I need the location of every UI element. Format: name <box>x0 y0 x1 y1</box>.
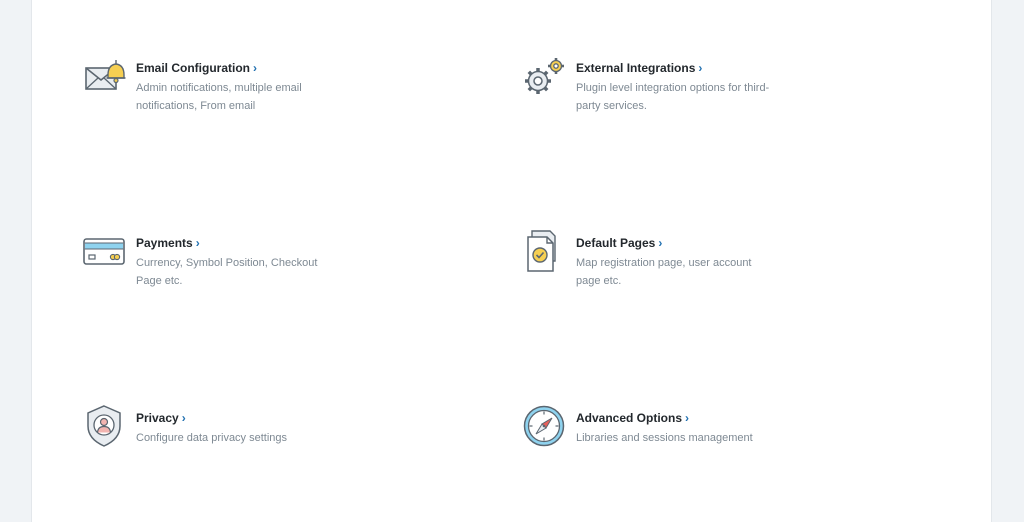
payments-card[interactable]: Payments › Currency, Symbol Position, Che… <box>80 229 317 290</box>
email-configuration-card[interactable]: Email Configuration › Admin notifications… <box>80 54 302 115</box>
email-bell-icon <box>85 60 126 90</box>
privacy-shield-icon <box>87 405 121 447</box>
chevron-right-icon: › <box>698 61 703 75</box>
card-description: Map registration page, user account page… <box>576 257 752 287</box>
card-description: Plugin level integration options for thi… <box>576 82 770 112</box>
documents-check-icon <box>527 230 556 272</box>
chevron-right-icon: › <box>181 411 186 425</box>
card-description: Configure data privacy settings <box>136 432 288 444</box>
chevron-right-icon: › <box>685 411 690 425</box>
chevron-right-icon: › <box>253 61 257 75</box>
card-description: Currency, Symbol Position, Checkout Page… <box>136 257 318 287</box>
chevron-right-icon: › <box>195 236 200 250</box>
card-title[interactable]: Advanced Options <box>576 411 682 425</box>
credit-card-icon <box>83 238 125 265</box>
external-integrations-card[interactable]: External Integrations › Plugin level inte… <box>520 54 769 115</box>
card-title[interactable]: Payments <box>136 236 193 250</box>
card-title[interactable]: Privacy <box>136 411 179 425</box>
chevron-right-icon: › <box>658 236 663 250</box>
advanced-options-card[interactable]: Advanced Options › Libraries and sessions… <box>520 404 753 452</box>
privacy-card[interactable]: Privacy › Configure data privacy settings <box>80 404 287 452</box>
gears-icon <box>525 58 564 94</box>
card-description: Admin notifications, multiple email noti… <box>136 82 302 112</box>
default-pages-card[interactable]: Default Pages › Map registration page, us… <box>520 229 752 290</box>
compass-icon <box>523 405 565 447</box>
card-title[interactable]: Default Pages <box>576 236 655 250</box>
card-title[interactable]: External Integrations <box>576 61 695 75</box>
card-title[interactable]: Email Configuration <box>136 61 250 75</box>
card-description: Libraries and sessions management <box>576 432 753 444</box>
